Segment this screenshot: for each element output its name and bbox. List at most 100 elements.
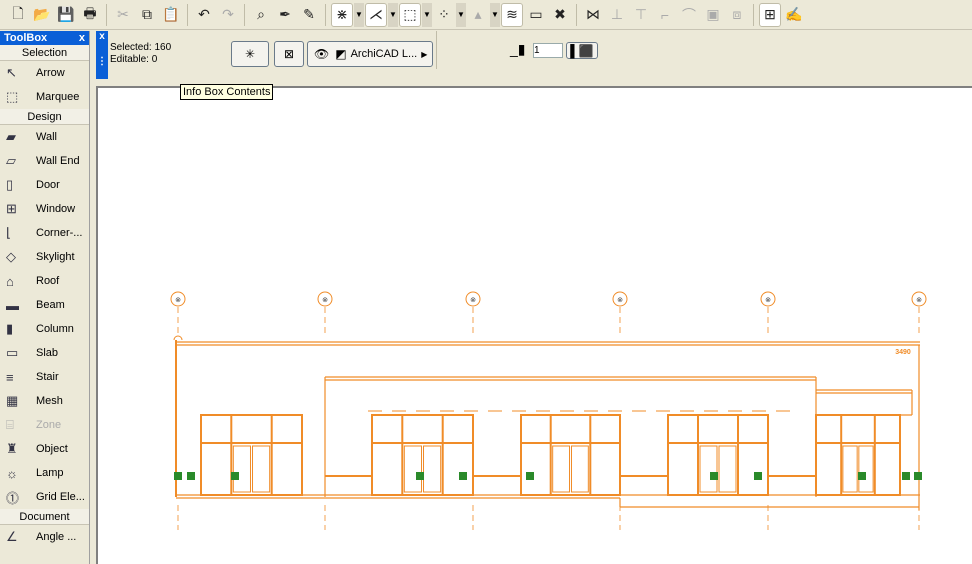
new-file-icon[interactable]: 🗋	[7, 3, 29, 27]
selection-text-icon[interactable]: ⬚	[399, 2, 421, 27]
dropdown-arrow-icon[interactable]: ▼	[354, 2, 364, 27]
pick-up-button[interactable]: ⊠	[274, 41, 304, 67]
tool-label: Zone	[36, 419, 62, 431]
layer-dropdown[interactable]: 👁 ◩ ArchiCAD L... ▶	[307, 41, 433, 67]
tool-label: Slab	[36, 347, 59, 359]
tool-column[interactable]: ▮ Column	[0, 317, 89, 341]
trim-icon[interactable]: ⊤	[630, 3, 652, 27]
selection-status: Selected: 160 Editable: 0	[110, 42, 171, 66]
tool-label: Wall	[36, 131, 57, 143]
drag-icon[interactable]: ▣	[702, 3, 724, 27]
crossed-tool-icon: ⊠	[283, 47, 295, 61]
divider	[753, 3, 754, 26]
mark-icon[interactable]: ▴	[467, 3, 489, 27]
dropdown-arrow-icon[interactable]: ▼	[422, 2, 432, 27]
line-type-button[interactable]: ▌⬛	[566, 42, 598, 59]
info-box: x ⋮ Selected: 160 Editable: 0 ✳ ⊠ 👁 ◩ ArchiC…	[96, 31, 600, 79]
toolbox-titlebar: ToolBox x	[0, 31, 89, 45]
pen-icon[interactable]: ✍	[783, 3, 805, 27]
tool-beam[interactable]: ▬ Beam	[0, 293, 89, 317]
save-icon[interactable]: 💾	[55, 3, 77, 27]
window-icon: ⊞	[6, 201, 17, 216]
beam-icon: ▬	[6, 297, 19, 313]
toolbox-title: ToolBox	[4, 32, 48, 44]
selected-count: Selected: 160	[110, 42, 172, 53]
curve-icon[interactable]: ⌒	[678, 3, 700, 27]
divider	[187, 3, 188, 26]
tool-stair[interactable]: ≡ Stair	[0, 365, 89, 389]
magic-wand-icon[interactable]: ⋇	[331, 2, 353, 27]
tool-corner-window[interactable]: ⌊ Corner-...	[0, 221, 89, 245]
divider	[106, 3, 107, 26]
redo-icon[interactable]: ↷	[217, 3, 239, 27]
fillet-icon[interactable]: ⌐	[654, 3, 676, 27]
asterisk-icon: ✳	[244, 47, 256, 61]
dropdown-arrow-icon[interactable]: ▼	[388, 2, 398, 27]
ruler-icon[interactable]: ▭	[525, 3, 547, 27]
tool-roof[interactable]: ⌂ Roof	[0, 269, 89, 293]
tool-label: Roof	[36, 275, 60, 287]
selection-settings-button[interactable]: ✳	[231, 41, 269, 67]
tool-label: Arrow	[36, 67, 65, 79]
open-folder-icon[interactable]: 📂	[31, 3, 53, 27]
floor-plan-icon[interactable]: ⊞	[759, 2, 781, 27]
divider	[576, 3, 577, 26]
tool-object[interactable]: ♜ Object	[0, 437, 89, 461]
paste-icon[interactable]: 📋	[160, 3, 182, 27]
info-box-close-button[interactable]: x	[96, 31, 108, 42]
lamp-icon: ☼	[6, 465, 18, 481]
dropdown-arrow-icon[interactable]: ▼	[490, 2, 500, 27]
adjust-icon[interactable]: ⊥	[606, 3, 628, 27]
tool-lamp[interactable]: ☼ Lamp	[0, 461, 89, 485]
toolbox-group-header[interactable]: Design	[0, 109, 89, 125]
pen-number-input[interactable]	[533, 43, 563, 58]
pen-icon: _▮	[510, 41, 526, 57]
tool-mesh[interactable]: ▦ Mesh	[0, 389, 89, 413]
angle-icon[interactable]: ⋌	[365, 2, 387, 27]
zoom-find-icon[interactable]: ⌕	[250, 3, 272, 27]
tool-window[interactable]: ⊞ Window	[0, 197, 89, 221]
split-icon[interactable]: ⋈	[582, 3, 604, 27]
drawing-canvas[interactable]	[96, 86, 972, 564]
door-icon: ▯	[6, 177, 14, 192]
gravity-icon[interactable]: ⁘	[433, 3, 455, 27]
dropdown-arrow-icon[interactable]: ▼	[456, 2, 466, 27]
print-icon[interactable]: 🖶	[79, 3, 101, 27]
tool-marquee[interactable]: ⬚ Marquee	[0, 85, 89, 109]
copy-icon[interactable]: ⧉	[136, 3, 158, 27]
close-x-icon[interactable]: ✖	[549, 3, 571, 27]
info-box-handle[interactable]: x ⋮	[96, 31, 108, 79]
roof-icon: ⌂	[6, 273, 14, 289]
tool-label: Stair	[36, 371, 59, 383]
cut-icon[interactable]: ✂	[112, 3, 134, 27]
tool-slab[interactable]: ▭ Slab	[0, 341, 89, 365]
layer-settings-icon[interactable]: ≋	[501, 2, 523, 27]
column-icon: ▮	[6, 321, 14, 336]
resize-icon[interactable]: ⧈	[726, 3, 748, 27]
tool-zone[interactable]: ⌸ Zone	[0, 413, 89, 437]
layer-icon: ◩	[335, 47, 347, 61]
object-icon: ♜	[6, 441, 18, 456]
tool-wall[interactable]: ▰ Wall	[0, 125, 89, 149]
tool-label: Marquee	[36, 91, 80, 103]
tool-angle-dimension[interactable]: ∠ Angle ...	[0, 525, 89, 549]
toolbox-close-button[interactable]: x	[79, 32, 85, 44]
tool-label: Column	[36, 323, 74, 335]
mesh-icon: ▦	[6, 393, 19, 408]
tool-arrow[interactable]: ↖ Arrow	[0, 61, 89, 85]
skylight-icon: ◇	[6, 249, 16, 264]
tool-grid-element[interactable]: ⓵ Grid Ele...	[0, 485, 89, 509]
line-weight-icon: ▌⬛	[570, 43, 594, 58]
tool-label: Angle ...	[36, 531, 77, 543]
eyedropper-icon[interactable]: ✒	[274, 3, 296, 27]
tool-door[interactable]: ▯ Door	[0, 173, 89, 197]
tool-skylight[interactable]: ◇ Skylight	[0, 245, 89, 269]
eye-icon: 👁	[314, 47, 330, 61]
tool-label: Lamp	[36, 467, 64, 479]
syringe-icon[interactable]: ✎	[298, 3, 320, 27]
undo-icon[interactable]: ↶	[193, 3, 215, 27]
toolbox-group-header[interactable]: Selection	[0, 45, 89, 61]
toolbox-group-header[interactable]: Document	[0, 509, 89, 525]
editable-count: Editable: 0	[110, 54, 158, 65]
tool-wall-end[interactable]: ▱ Wall End	[0, 149, 89, 173]
